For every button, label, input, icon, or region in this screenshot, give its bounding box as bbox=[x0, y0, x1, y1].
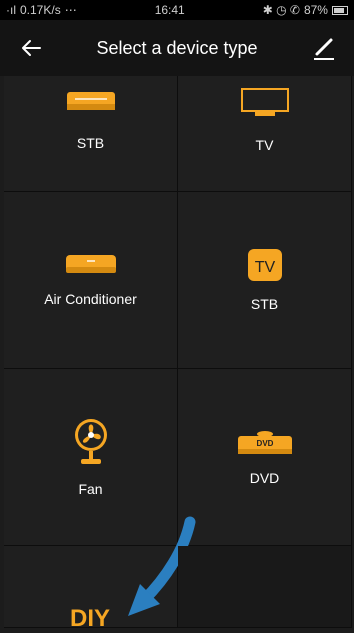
signal-icon: ·ıl bbox=[6, 3, 16, 17]
icon-wrap bbox=[65, 90, 117, 121]
more-icon: ⋯ bbox=[64, 3, 77, 17]
back-arrow-icon bbox=[22, 40, 41, 56]
device-label: TV bbox=[255, 137, 274, 153]
diy-label: DIY bbox=[70, 605, 111, 632]
device-tile-diy[interactable]: DIY bbox=[4, 516, 196, 632]
status-time: 16:41 bbox=[154, 3, 185, 17]
page-title: Select a device type bbox=[96, 37, 258, 58]
tv-badge-icon: TV bbox=[247, 249, 282, 281]
tv-badge-text: TV bbox=[254, 259, 275, 276]
status-right: ✱ ◷ ✆ 87% bbox=[263, 3, 348, 17]
status-indicators: ✱ ◷ ✆ bbox=[262, 3, 300, 17]
icon-wrap bbox=[239, 88, 291, 123]
dvd-badge-text: DVD bbox=[256, 439, 273, 448]
device-label: STB bbox=[76, 135, 105, 151]
dvd-icon: DVD bbox=[237, 431, 292, 454]
status-bar: ·ıl 0.17K/s ⋯ 16:41 ✱ ◷ ✆ 87% bbox=[0, 0, 354, 20]
device-label: Fan bbox=[78, 481, 103, 497]
device-label: STB bbox=[250, 296, 279, 312]
back-button[interactable] bbox=[16, 32, 48, 64]
device-grid: STB TV Air Conditioner TV STB Fan DVD DV… bbox=[4, 76, 352, 632]
tv-icon bbox=[240, 88, 289, 116]
device-label: DVD bbox=[249, 470, 280, 486]
edit-button[interactable] bbox=[308, 32, 340, 64]
status-left: ·ıl 0.17K/s ⋯ bbox=[6, 3, 77, 17]
set-top-box-icon bbox=[66, 92, 115, 110]
header: Select a device type bbox=[0, 20, 354, 76]
empty-tile bbox=[178, 546, 352, 628]
device-label: Air Conditioner bbox=[44, 291, 137, 307]
network-speed: 0.17K/s bbox=[20, 3, 61, 17]
device-tile-tv[interactable]: TV bbox=[178, 76, 352, 192]
device-tile-stb[interactable]: STB bbox=[4, 76, 178, 192]
battery-percent: 87% bbox=[303, 3, 328, 17]
fan-icon bbox=[74, 419, 107, 464]
device-tile-stb-2[interactable]: TV STB bbox=[178, 192, 352, 369]
device-tile-air-conditioner[interactable]: Air Conditioner bbox=[4, 192, 178, 369]
edit-pencil-icon bbox=[314, 38, 334, 60]
battery-icon bbox=[331, 5, 348, 15]
air-conditioner-icon bbox=[65, 255, 116, 273]
